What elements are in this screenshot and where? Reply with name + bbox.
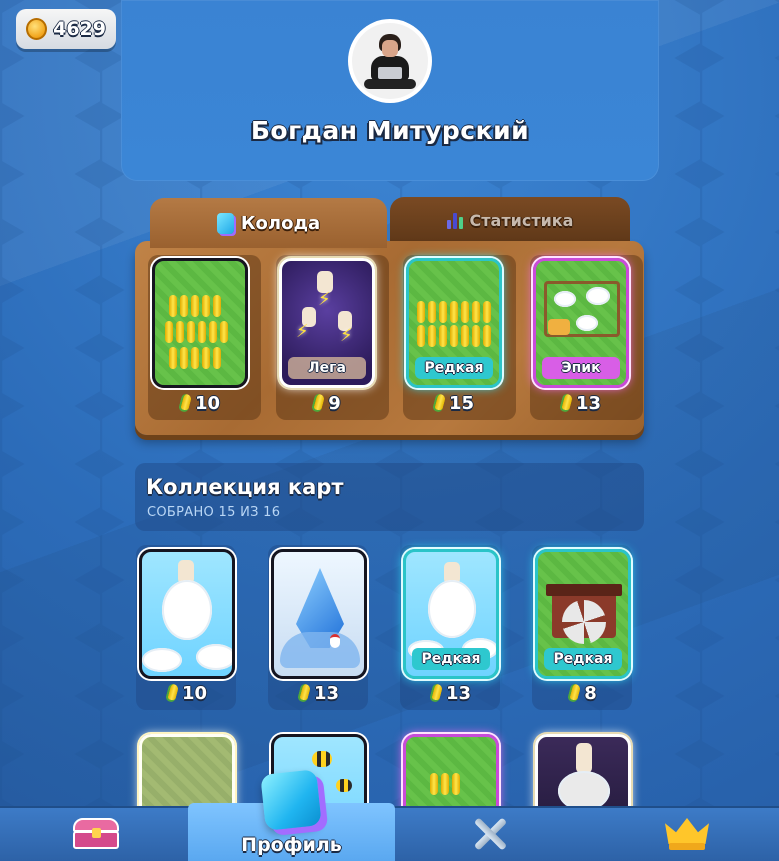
nav-profile-label: Профиль — [241, 834, 342, 856]
deck-card-cost: 10 — [152, 392, 248, 414]
corn-icon — [431, 393, 447, 413]
deck-card-corn-field[interactable] — [152, 258, 248, 388]
avatar-image — [352, 23, 428, 99]
collection-card-cloud-sheep-rare[interactable]: Редкая — [403, 549, 499, 679]
corn-icon — [567, 683, 582, 703]
deck-card-cost: 9 — [279, 392, 375, 414]
collection-card-cost: 13 — [403, 682, 499, 704]
corn-icon — [428, 683, 444, 703]
tab-deck[interactable]: Колода — [150, 198, 387, 248]
rarity-badge: Редкая — [544, 648, 622, 670]
cube-icon — [260, 769, 322, 831]
coins-value: 4629 — [53, 18, 106, 40]
corn-icon — [296, 683, 312, 703]
player-name: Богдан Митурский — [250, 116, 530, 145]
avatar[interactable] — [348, 19, 432, 103]
deck-card-cost: 13 — [533, 392, 629, 414]
chest-icon[interactable] — [73, 818, 119, 850]
deck-card-sheep-pen[interactable]: Эпик — [533, 258, 629, 388]
deck-icon — [216, 212, 234, 234]
deck-card-cost: 15 — [406, 392, 502, 414]
coin-icon — [26, 18, 48, 40]
tab-statistics[interactable]: Статистика — [390, 197, 630, 243]
deck-card-corn-rows[interactable]: Редкая — [406, 258, 502, 388]
swords-icon[interactable] — [470, 814, 510, 854]
rarity-badge: Редкая — [415, 357, 493, 379]
rarity-badge: Эпик — [542, 357, 620, 379]
corn-icon — [558, 393, 574, 413]
tab-statistics-label: Статистика — [469, 210, 574, 230]
stats-icon — [446, 211, 463, 229]
corn-icon — [164, 683, 180, 703]
collection-card-cloud-sheep[interactable] — [139, 549, 235, 679]
collection-card-cost: 13 — [271, 682, 367, 704]
coins-counter[interactable]: 4629 — [16, 9, 116, 49]
corn-icon — [177, 393, 193, 413]
collection-card-windmill[interactable]: Редкая — [535, 549, 631, 679]
collection-title: Коллекция карт — [146, 475, 344, 499]
rarity-badge: Лега — [288, 357, 366, 379]
corn-icon — [311, 393, 326, 413]
tab-deck-label: Колода — [240, 212, 321, 234]
crown-icon[interactable] — [665, 818, 709, 852]
rarity-badge: Редкая — [412, 648, 490, 670]
collection-card-ice-crystal[interactable] — [271, 549, 367, 679]
deck-card-storm[interactable]: ⚡ ⚡ ⚡ Лега — [279, 258, 375, 388]
collection-progress: СОБРАНО 15 ИЗ 16 — [147, 505, 281, 520]
collection-card-cost: 10 — [139, 682, 235, 704]
collection-card-cost: 8 — [535, 682, 631, 704]
